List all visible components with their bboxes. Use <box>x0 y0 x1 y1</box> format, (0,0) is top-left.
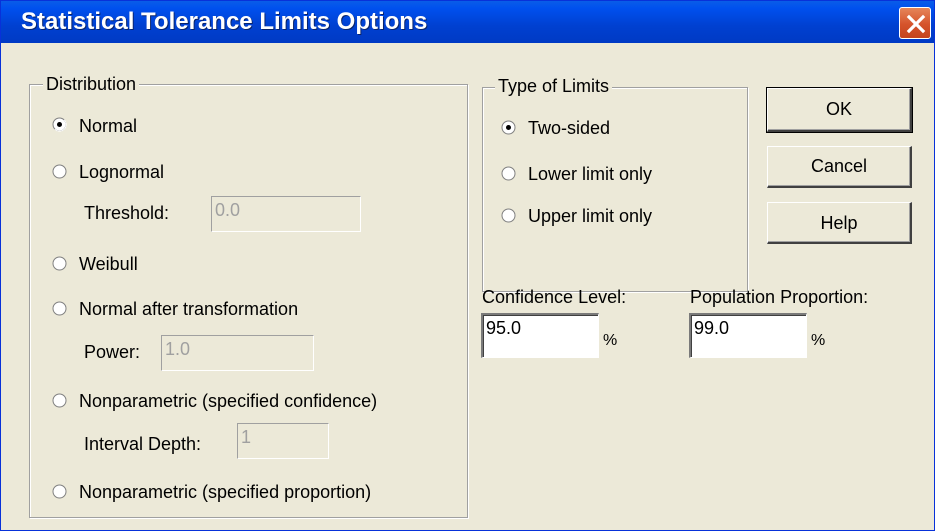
confidence-level-input[interactable]: 95.0 <box>481 313 599 358</box>
limits-legend: Type of Limits <box>495 75 613 97</box>
interval-depth-label: Interval Depth: <box>84 434 202 454</box>
option-weibull-label: Weibull <box>79 254 138 274</box>
help-button[interactable]: Help <box>767 202 912 244</box>
threshold-label: Threshold: <box>84 203 170 223</box>
population-proportion-input[interactable]: 99.0 <box>689 313 807 358</box>
radio-lower-limit-only[interactable] <box>501 166 516 181</box>
radio-upper-limit-only[interactable] <box>501 208 516 223</box>
distribution-legend: Distribution <box>43 73 140 95</box>
radio-normal-after-transformation[interactable] <box>52 301 67 316</box>
title-bar[interactable]: Statistical Tolerance Limits Options <box>1 1 934 43</box>
radio-weibull[interactable] <box>52 256 67 271</box>
option-two-sided-label: Two-sided <box>528 118 611 138</box>
dialog-body: Distribution Normal Lognormal Threshold:… <box>1 43 934 530</box>
confidence-level-label: Confidence Level: <box>482 287 627 307</box>
confidence-percent: % <box>603 332 618 349</box>
radio-nonparametric-proportion[interactable] <box>52 484 67 499</box>
option-upper-limit-only-label: Upper limit only <box>528 206 653 226</box>
ok-button[interactable]: OK <box>766 87 913 133</box>
radio-lognormal[interactable] <box>52 164 67 179</box>
limits-group <box>482 87 748 292</box>
radio-two-sided[interactable] <box>501 120 516 135</box>
close-button[interactable] <box>899 7 931 39</box>
option-nonparametric-proportion-label: Nonparametric (specified proportion) <box>79 482 372 502</box>
option-lognormal-label: Lognormal <box>79 162 165 182</box>
close-icon <box>906 14 926 34</box>
option-normal-after-transformation-label: Normal after transformation <box>79 299 299 319</box>
power-field[interactable]: 1.0 <box>161 335 314 371</box>
threshold-field[interactable]: 0.0 <box>211 196 361 232</box>
dialog-title: Statistical Tolerance Limits Options <box>21 8 428 35</box>
dialog-window: Statistical Tolerance Limits Options Dis… <box>0 0 935 531</box>
option-nonparametric-confidence-label: Nonparametric (specified confidence) <box>79 391 378 411</box>
interval-depth-field[interactable]: 1 <box>237 423 329 459</box>
radio-dot <box>57 122 62 127</box>
power-label: Power: <box>84 342 141 362</box>
radio-nonparametric-confidence[interactable] <box>52 393 67 408</box>
radio-normal[interactable] <box>52 117 67 132</box>
population-proportion-label: Population Proportion: <box>690 287 869 307</box>
cancel-button[interactable]: Cancel <box>767 146 912 188</box>
option-normal-label: Normal <box>79 116 138 136</box>
proportion-percent: % <box>811 332 826 349</box>
radio-dot <box>506 125 511 130</box>
option-lower-limit-only-label: Lower limit only <box>528 164 653 184</box>
